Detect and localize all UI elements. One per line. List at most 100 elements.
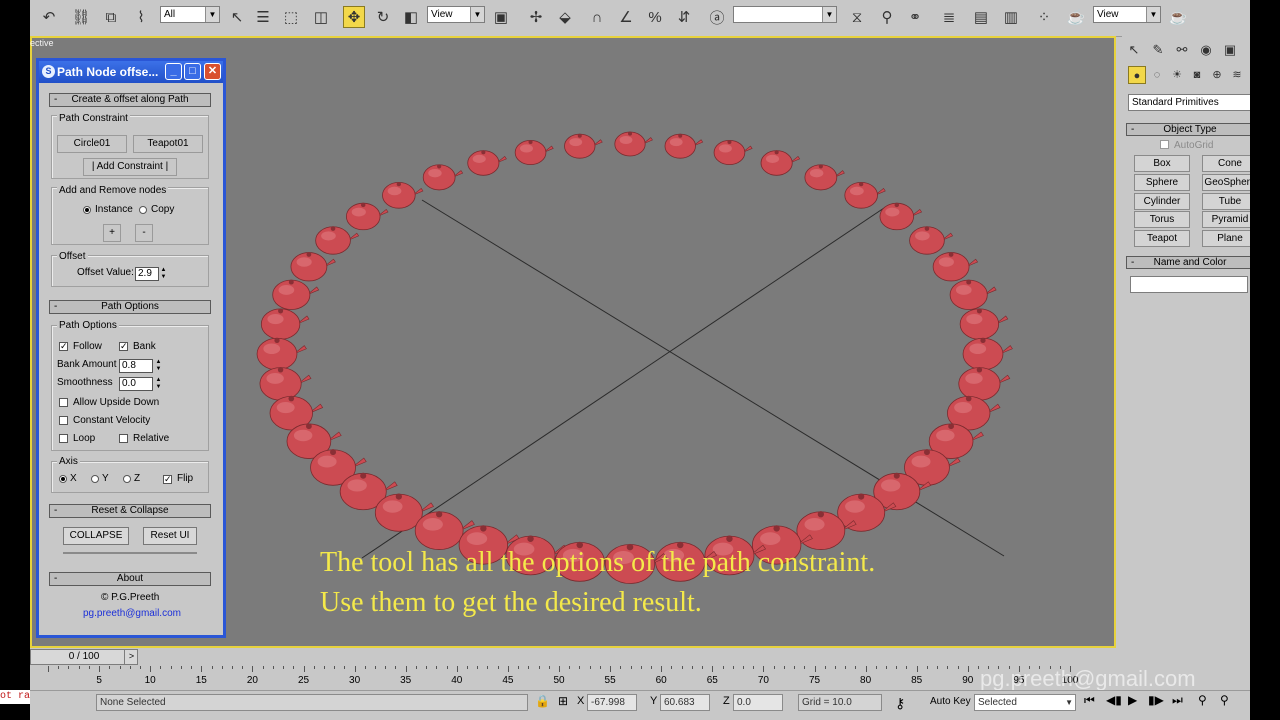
axis-y-radio[interactable] [91,475,99,483]
plane-button[interactable]: Plane [1202,230,1250,247]
dialog-title-bar[interactable]: S Path Node offse... _ □ ✕ [39,61,223,83]
select-move-icon[interactable]: ✥ [343,6,365,28]
zoom-all-icon[interactable]: ⚲ [1220,693,1229,707]
teapot-instance[interactable] [614,131,653,157]
go-to-end-icon[interactable]: ⏭ [1172,693,1183,708]
time-slider[interactable]: 0 / 100 > [30,648,1250,666]
render-setup-icon[interactable]: ☕ [1065,6,1087,28]
window-crossing-icon[interactable]: ◫ [310,6,332,28]
bind-space-warp-icon[interactable]: ⌇ [130,6,152,28]
y-coord-field[interactable]: 60.683 [660,694,710,711]
bank-amount-spinner-icon[interactable]: ▲ ▼ [155,359,162,373]
teapot-instance[interactable] [259,367,312,401]
maximize-icon[interactable]: □ [184,63,201,80]
select-link-icon[interactable]: ⛓ [70,6,92,28]
teapot-instance[interactable] [958,367,1011,401]
edit-named-selection-icon[interactable]: ⓐ [706,6,728,28]
cameras-icon[interactable]: ◙ [1188,66,1206,84]
selection-filter-dropdown[interactable]: All ▼ [160,6,220,23]
teapot-instance[interactable] [760,150,801,176]
bank-amount-field[interactable]: 0.8 [119,359,153,373]
display-tab-icon[interactable]: ▣ [1220,40,1240,60]
teapot-instance[interactable] [804,164,845,191]
hierarchy-tab-icon[interactable]: ⚯ [1172,40,1192,60]
teapot-instance[interactable] [909,226,954,255]
lights-icon[interactable]: ☀ [1168,66,1186,84]
teapot-instance[interactable] [959,308,1009,340]
rollout-object-type[interactable]: - Object Type [1126,123,1250,136]
named-selection-dropdown[interactable]: ▼ [733,6,837,23]
z-coord-field[interactable]: 0.0 [733,694,783,711]
teapot-instance[interactable] [315,226,360,255]
spacing-icon[interactable]: ⚭ [904,6,926,28]
teapot-instance[interactable] [962,337,1013,371]
teapot-instance[interactable] [664,133,704,159]
primitive-category-dropdown[interactable]: Standard Primitives [1128,94,1250,111]
axis-z-radio[interactable] [123,475,131,483]
rollout-path-options[interactable]: - Path Options [49,300,211,314]
object-name-field[interactable] [1130,276,1248,293]
previous-frame-icon[interactable]: ◀▮ [1106,693,1122,707]
teapot-instance[interactable] [422,164,464,191]
teapot-instance[interactable] [256,337,307,371]
viewport-label[interactable]: ective [30,38,54,48]
add-node-button[interactable]: + [103,224,121,242]
offset-value-field[interactable]: 2.9 [135,267,159,281]
teapot-instance[interactable] [260,308,310,340]
bank-checkbox[interactable]: ✓ [119,342,128,351]
helpers-icon[interactable]: ⊕ [1208,66,1226,84]
create-tab-icon[interactable]: ↖ [1124,40,1144,60]
cone-button[interactable]: Cone [1202,155,1250,172]
percent-snap-icon[interactable]: % [644,6,666,28]
remove-node-button[interactable]: - [135,224,153,242]
quick-render-icon[interactable]: ☕ [1167,6,1189,28]
teapot-instance[interactable] [713,139,753,166]
rollout-reset-collapse[interactable]: - Reset & Collapse [49,504,211,518]
select-scale-icon[interactable]: ◧ [400,6,422,28]
select-by-name-icon[interactable]: ☰ [252,6,274,28]
time-slider-thumb[interactable]: 0 / 100 [30,649,138,665]
keyboard-shortcut-icon[interactable]: ⬙ [554,6,576,28]
align-icon[interactable]: ⚲ [876,6,898,28]
teapot-instance[interactable] [932,252,979,282]
axis-x-radio[interactable] [59,475,67,483]
autogrid-checkbox[interactable] [1160,140,1169,149]
about-email-link[interactable]: pg.preeth@gmail.com [83,608,181,619]
instance-radio[interactable] [83,206,91,214]
snaps-toggle-icon[interactable]: ∩ [586,6,608,28]
allow-upside-down-checkbox[interactable] [59,398,68,407]
curve-editor-icon[interactable]: ▤ [970,6,992,28]
motion-tab-icon[interactable]: ◉ [1196,40,1216,60]
geosphere-button[interactable]: GeoSphere [1202,174,1250,191]
pick-teapot-button[interactable]: Teapot01 [133,135,203,153]
teapot-instance[interactable] [467,150,507,176]
teapot-instance[interactable] [564,133,603,159]
x-coord-field[interactable]: -67.998 [587,694,637,711]
render-view-dropdown[interactable]: View ▼ [1093,6,1161,23]
collapse-button[interactable]: COLLAPSE [63,527,129,545]
teapot-instance[interactable] [345,202,389,231]
pick-circle-button[interactable]: Circle01 [57,135,127,153]
set-key-icon[interactable]: ⚷ [895,695,905,712]
go-to-start-icon[interactable]: ⏮ [1084,693,1095,708]
material-editor-icon[interactable]: ⁘ [1033,6,1055,28]
flip-checkbox[interactable]: ✓ [163,475,172,484]
select-object-icon[interactable]: ↖ [226,6,248,28]
box-button[interactable]: Box [1134,155,1190,172]
pivot-point-icon[interactable]: ▣ [490,6,512,28]
teapot-instance[interactable] [290,252,336,282]
angle-snap-icon[interactable]: ∠ [615,6,637,28]
teapot-instance[interactable] [949,279,997,310]
offset-spinner-icon[interactable]: ▲ ▼ [160,267,167,281]
next-frame-icon[interactable]: ▮▶ [1148,693,1164,707]
undo-icon[interactable]: ↶ [38,6,60,28]
follow-checkbox[interactable]: ✓ [59,342,68,351]
mirror-icon[interactable]: ⧖ [846,6,868,28]
cylinder-button[interactable]: Cylinder [1134,193,1190,210]
play-icon[interactable]: ▶ [1128,693,1137,707]
close-icon[interactable]: ✕ [204,63,221,80]
auto-key-button[interactable]: Auto Key [930,696,971,707]
schematic-view-icon[interactable]: ▥ [1000,6,1022,28]
key-filter-dropdown[interactable]: Selected ▼ [974,694,1076,711]
next-frame-arrow-icon[interactable]: > [124,649,138,665]
